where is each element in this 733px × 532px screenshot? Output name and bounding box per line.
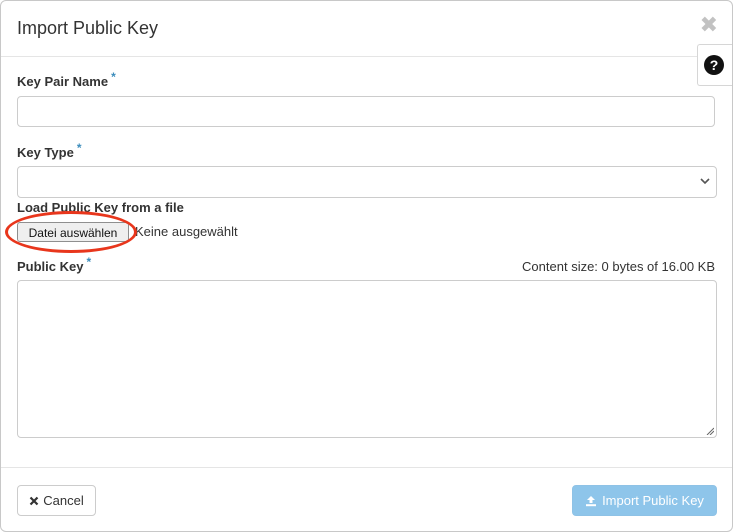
key-type-label: Key Type * (17, 141, 82, 160)
file-status-text: Keine ausgewählt (135, 224, 238, 239)
required-asterisk: * (86, 255, 92, 269)
dialog-title: Import Public Key (17, 18, 159, 38)
import-public-key-button[interactable]: Import Public Key (572, 485, 717, 516)
dialog-header: Import Public Key ✖ (1, 1, 732, 57)
content-size-text: Content size: 0 bytes of 16.00 KB (522, 259, 715, 274)
upload-icon (586, 495, 597, 506)
public-key-textarea[interactable] (17, 280, 717, 438)
import-public-key-dialog: Import Public Key ✖ ? Key Pair Name * Key… (0, 0, 733, 532)
import-button-label: Import Public Key (602, 493, 704, 508)
key-type-select[interactable] (17, 166, 717, 198)
cancel-button-label: Cancel (43, 493, 84, 508)
times-icon (29, 496, 39, 505)
close-icon[interactable]: ✖ (700, 14, 718, 36)
load-file-label: Load Public Key from a file (17, 200, 184, 215)
key-type-label-text: Key Type (17, 145, 74, 160)
help-button[interactable]: ? (697, 44, 732, 86)
required-asterisk: * (111, 70, 116, 84)
cancel-button[interactable]: Cancel (17, 485, 96, 516)
key-pair-name-input[interactable] (17, 96, 715, 127)
chevron-down-icon (700, 178, 710, 185)
required-asterisk: * (76, 141, 82, 155)
key-pair-name-label: Key Pair Name * (17, 70, 116, 89)
choose-file-button[interactable]: Datei auswählen (17, 222, 129, 242)
public-key-label: Public Key * (17, 255, 91, 274)
key-pair-name-label-text: Key Pair Name (17, 74, 109, 89)
resize-grip-icon[interactable] (706, 427, 714, 435)
public-key-label-text: Public Key (17, 259, 84, 274)
question-circle-icon: ? (704, 55, 724, 75)
